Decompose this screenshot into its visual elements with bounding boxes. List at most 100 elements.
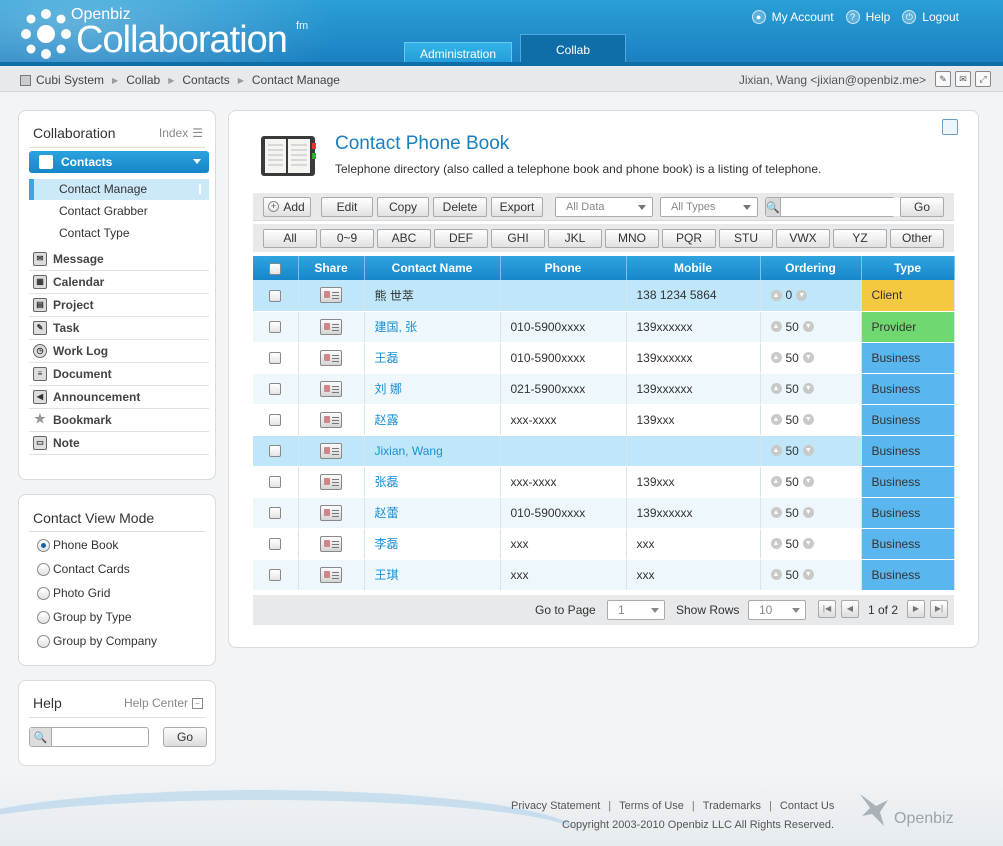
column-header-type[interactable]: Type <box>861 256 955 280</box>
contact-name-link[interactable]: 王磊 <box>375 351 399 365</box>
move-down-icon[interactable]: ▼ <box>802 383 814 394</box>
sidebar-item-project[interactable]: ▤ Project <box>29 294 209 317</box>
sidebar-section-contacts[interactable]: Contacts <box>29 151 209 173</box>
search-go-button[interactable]: Go <box>900 197 944 217</box>
footer-link-privacy[interactable]: Privacy Statement <box>511 800 600 812</box>
sidebar-item-task[interactable]: ✎ Task <box>29 317 209 340</box>
view-option-contact-cards[interactable]: Contact Cards <box>37 562 130 576</box>
alpha-filter-button[interactable]: VWX <box>776 229 830 248</box>
help-link[interactable]: ? Help <box>845 10 890 24</box>
alpha-filter-button[interactable]: YZ <box>833 229 887 248</box>
sidebar-item-work-log[interactable]: ◷ Work Log <box>29 340 209 363</box>
move-up-icon[interactable]: ▲ <box>770 289 782 301</box>
contact-name-link[interactable]: 赵露 <box>375 413 399 427</box>
move-up-icon[interactable]: ▲ <box>770 445 782 456</box>
sidebar-item-contact-type[interactable]: Contact Type <box>29 223 209 244</box>
contact-name-link[interactable]: 张磊 <box>375 475 399 489</box>
help-search-input[interactable] <box>52 729 148 745</box>
move-up-icon[interactable]: ▲ <box>770 507 782 518</box>
row-checkbox[interactable] <box>269 383 282 396</box>
column-header-share[interactable]: Share <box>298 256 365 280</box>
alpha-filter-button[interactable]: MNO <box>605 229 659 248</box>
breadcrumb-item[interactable]: Contacts <box>182 73 229 87</box>
sidebar-item-message[interactable]: ✉ Message <box>29 248 209 271</box>
edit-view-icon[interactable] <box>942 119 958 135</box>
vcard-share-icon[interactable] <box>320 411 342 428</box>
sidebar-item-document[interactable]: ≡ Document <box>29 363 209 386</box>
move-down-icon[interactable]: ▼ <box>802 476 814 487</box>
move-up-icon[interactable]: ▲ <box>770 538 782 549</box>
export-button[interactable]: Export <box>491 197 543 217</box>
contact-name-link[interactable]: 李磊 <box>375 537 399 551</box>
table-row[interactable]: 赵蕾 010-5900xxxx 139xxxxxx ▲ 50 ▼ Business <box>253 497 955 529</box>
delete-button[interactable]: Delete <box>433 197 487 217</box>
footer-link-trademarks[interactable]: Trademarks <box>703 800 761 812</box>
table-row[interactable]: 王磊 010-5900xxxx 139xxxxxx ▲ 50 ▼ Business <box>253 342 955 374</box>
alpha-filter-button[interactable]: DEF <box>434 229 488 248</box>
move-down-icon[interactable]: ▼ <box>802 352 814 363</box>
move-down-icon[interactable]: ▼ <box>802 507 814 518</box>
sidebar-item-contact-manage[interactable]: Contact Manage <box>29 179 209 200</box>
move-down-icon[interactable]: ▼ <box>802 321 814 332</box>
alpha-filter-button[interactable]: 0~9 <box>320 229 374 248</box>
contact-name-link[interactable]: 建国, 张 <box>375 320 418 334</box>
vcard-share-icon[interactable] <box>320 318 342 335</box>
vcard-share-icon[interactable] <box>320 535 342 552</box>
table-row[interactable]: 王琪 xxx xxx ▲ 50 ▼ Business <box>253 559 955 591</box>
index-link[interactable]: Index ☰ <box>159 126 203 140</box>
contact-name-link[interactable]: 刘 娜 <box>375 382 402 396</box>
expand-icon[interactable]: ⤢ <box>975 71 991 87</box>
move-up-icon[interactable]: ▲ <box>770 569 782 580</box>
row-checkbox[interactable] <box>269 290 282 303</box>
alpha-filter-button[interactable]: ABC <box>377 229 431 248</box>
contact-name-link[interactable]: 熊 世萃 <box>375 289 414 303</box>
breadcrumb-item[interactable]: Cubi System <box>36 73 104 87</box>
vcard-share-icon[interactable] <box>320 566 342 583</box>
table-row[interactable]: 张磊 xxx-xxxx 139xxx ▲ 50 ▼ Business <box>253 466 955 498</box>
logout-link[interactable]: ⏻ Logout <box>902 10 959 24</box>
compose-icon[interactable]: ✎ <box>935 71 951 87</box>
row-checkbox[interactable] <box>269 507 282 520</box>
column-header-ordering[interactable]: Ordering <box>760 256 862 280</box>
select-all-checkbox[interactable] <box>269 262 282 275</box>
row-checkbox[interactable] <box>269 414 282 427</box>
move-up-icon[interactable]: ▲ <box>770 414 782 425</box>
column-header-name[interactable]: Contact Name <box>364 256 501 280</box>
row-checkbox[interactable] <box>269 476 282 489</box>
move-down-icon[interactable]: ▼ <box>802 445 814 456</box>
table-row[interactable]: 建国, 张 010-5900xxxx 139xxxxxx ▲ 50 ▼ Provider <box>253 311 955 343</box>
row-checkbox[interactable] <box>269 569 282 582</box>
move-down-icon[interactable]: ▼ <box>802 414 814 425</box>
contact-name-link[interactable]: 王琪 <box>375 568 399 582</box>
move-down-icon[interactable]: ▼ <box>802 569 814 580</box>
breadcrumb-item[interactable]: Collab <box>126 73 160 87</box>
vcard-share-icon[interactable] <box>320 442 342 459</box>
move-up-icon[interactable]: ▲ <box>770 321 782 332</box>
move-up-icon[interactable]: ▲ <box>770 383 782 394</box>
vcard-share-icon[interactable] <box>320 504 342 521</box>
copy-button[interactable]: Copy <box>377 197 429 217</box>
first-page-icon[interactable]: |◀ <box>818 600 836 618</box>
type-filter-select[interactable]: All Types <box>660 197 758 217</box>
contact-name-link[interactable]: 赵蕾 <box>375 506 399 520</box>
view-option-group-by-type[interactable]: Group by Type <box>37 610 132 624</box>
row-checkbox[interactable] <box>269 321 282 334</box>
column-header-mobile[interactable]: Mobile <box>626 256 761 280</box>
table-row[interactable]: 赵露 xxx-xxxx 139xxx ▲ 50 ▼ Business <box>253 404 955 436</box>
table-row[interactable]: 刘 娜 021-5900xxxx 139xxxxxx ▲ 50 ▼ Business <box>253 373 955 405</box>
move-down-icon[interactable]: ▼ <box>802 538 814 549</box>
prev-page-icon[interactable]: ◀ <box>841 600 859 618</box>
sidebar-item-contact-grabber[interactable]: Contact Grabber <box>29 201 209 222</box>
view-option-group-by-company[interactable]: Group by Company <box>37 634 157 648</box>
rows-select[interactable]: 10 <box>748 600 806 620</box>
data-filter-select[interactable]: All Data <box>555 197 653 217</box>
help-go-button[interactable]: Go <box>163 727 207 747</box>
next-page-icon[interactable]: ▶ <box>907 600 925 618</box>
row-checkbox[interactable] <box>269 352 282 365</box>
sidebar-item-announcement[interactable]: ◀ Announcement <box>29 386 209 409</box>
edit-button[interactable]: Edit <box>321 197 373 217</box>
help-center-link[interactable]: Help Center − <box>124 696 203 710</box>
move-up-icon[interactable]: ▲ <box>770 476 782 487</box>
sidebar-item-note[interactable]: ▭ Note <box>29 432 209 455</box>
sidebar-item-calendar[interactable]: ▦ Calendar <box>29 271 209 294</box>
